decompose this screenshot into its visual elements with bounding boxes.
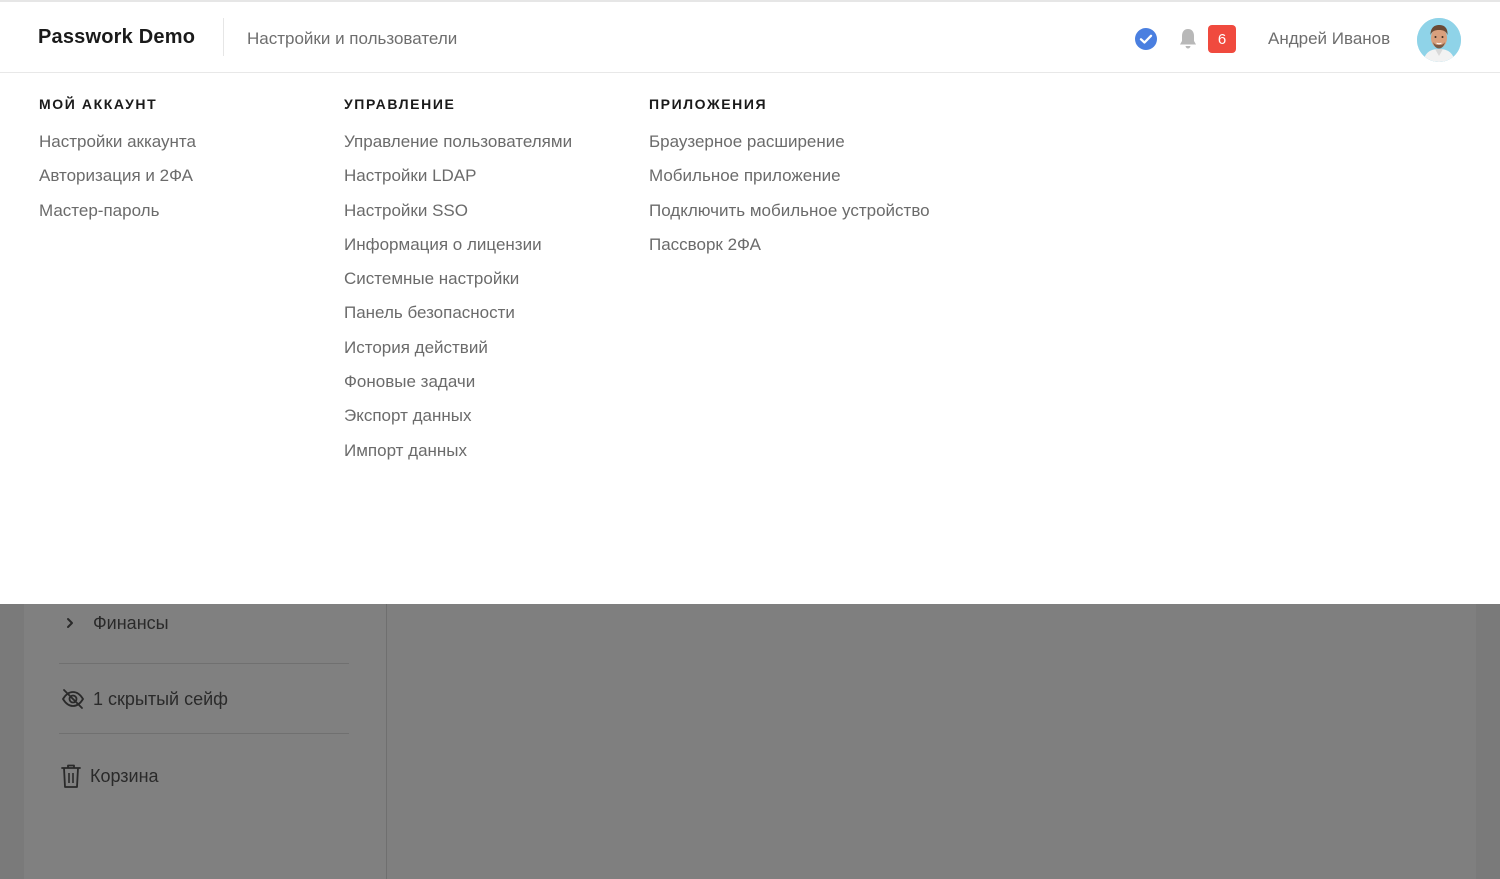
menu-item-auth-2fa[interactable]: Авторизация и 2ФА <box>39 164 196 198</box>
menu-column-management: УПРАВЛЕНИЕ Управление пользователями Нас… <box>344 95 572 473</box>
hidden-vaults-label: 1 скрытый сейф <box>93 688 228 709</box>
trash-icon <box>61 764 81 788</box>
menu-item-user-management[interactable]: Управление пользователями <box>344 130 572 164</box>
menu-heading-management: УПРАВЛЕНИЕ <box>344 96 456 112</box>
menu-item-data-import[interactable]: Импорт данных <box>344 439 572 473</box>
menu-item-mobile-app[interactable]: Мобильное приложение <box>649 164 930 198</box>
menu-item-browser-extension[interactable]: Браузерное расширение <box>649 130 930 164</box>
page-title[interactable]: Настройки и пользователи <box>247 29 457 49</box>
trash-label: Корзина <box>90 765 159 786</box>
menu-item-passwork-2fa[interactable]: Пассворк 2ФА <box>649 233 930 267</box>
check-circle-icon[interactable] <box>1134 27 1158 51</box>
menu-item-master-password[interactable]: Мастер-пароль <box>39 199 196 233</box>
menu-column-account: МОЙ АККАУНТ Настройки аккаунта Авторизац… <box>39 95 196 233</box>
chevron-right-icon[interactable] <box>62 615 78 631</box>
menu-heading-account: МОЙ АККАУНТ <box>39 96 158 112</box>
left-gutter <box>0 604 24 879</box>
menu-item-data-export[interactable]: Экспорт данных <box>344 404 572 438</box>
eye-slash-icon <box>61 689 85 709</box>
vault-sidebar <box>24 604 387 879</box>
menu-heading-apps: ПРИЛОЖЕНИЯ <box>649 96 768 112</box>
user-avatar-image <box>1417 18 1461 62</box>
top-bar: Passwork Demo Настройки и пользователи 6… <box>0 0 1500 73</box>
avatar[interactable] <box>1417 18 1461 62</box>
menu-item-ldap-settings[interactable]: Настройки LDAP <box>344 164 572 198</box>
menu-item-security-dashboard[interactable]: Панель безопасности <box>344 301 572 335</box>
menu-column-apps: ПРИЛОЖЕНИЯ Браузерное расширение Мобильн… <box>649 95 930 267</box>
sidebar-hidden-vaults[interactable]: 1 скрытый сейф <box>60 686 228 712</box>
menu-item-activity-log[interactable]: История действий <box>344 336 572 370</box>
settings-menu-panel: МОЙ АККАУНТ Настройки аккаунта Авторизац… <box>0 73 1500 604</box>
sidebar-divider <box>59 663 349 664</box>
topbar-divider <box>223 18 224 56</box>
sidebar-trash[interactable]: Корзина <box>60 763 159 789</box>
menu-item-license-info[interactable]: Информация о лицензии <box>344 233 572 267</box>
menu-item-sso-settings[interactable]: Настройки SSO <box>344 199 572 233</box>
user-name[interactable]: Андрей Иванов <box>1268 29 1390 49</box>
app-brand[interactable]: Passwork Demo <box>38 26 195 49</box>
menu-item-account-settings[interactable]: Настройки аккаунта <box>39 130 196 164</box>
notification-badge[interactable]: 6 <box>1208 25 1236 53</box>
menu-item-background-tasks[interactable]: Фоновые задачи <box>344 370 572 404</box>
sidebar-divider <box>59 733 349 734</box>
sidebar-folder-label: Финансы <box>93 612 169 633</box>
bell-icon[interactable] <box>1175 26 1201 52</box>
menu-item-connect-mobile[interactable]: Подключить мобильное устройство <box>649 199 930 233</box>
sidebar-folder-finance[interactable]: Финансы <box>62 611 169 635</box>
right-gutter <box>1476 604 1500 879</box>
menu-item-system-settings[interactable]: Системные настройки <box>344 267 572 301</box>
